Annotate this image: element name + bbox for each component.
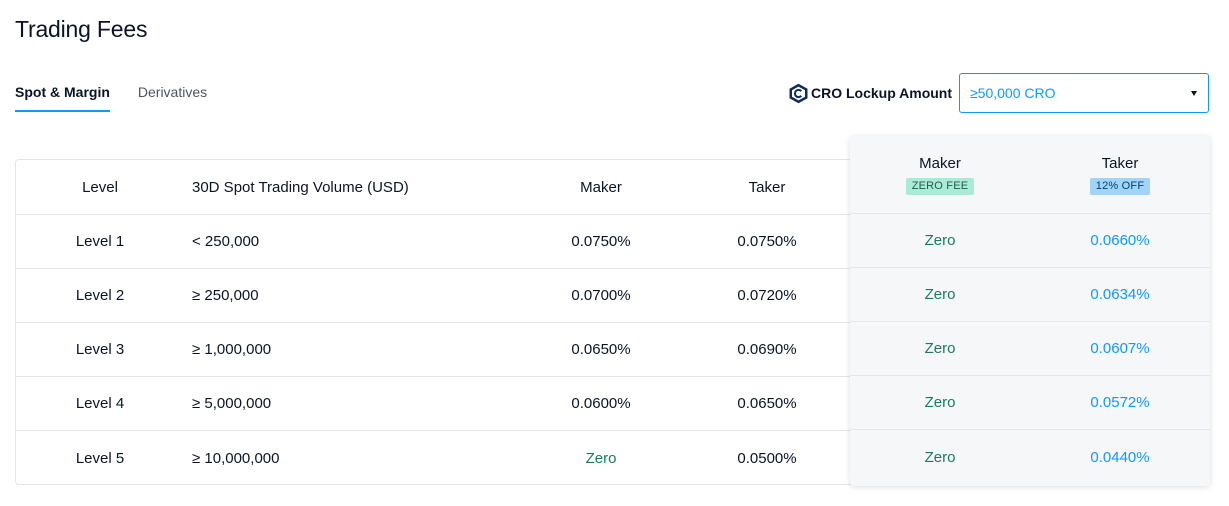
maker-fee-cell: 0.0700%	[571, 287, 631, 304]
taker-fee-cell: 0.0750%	[737, 233, 797, 250]
lockup-amount-select[interactable]: ≥50,000 CRO	[959, 73, 1209, 113]
discount-row: Zero 0.0607%	[850, 322, 1210, 376]
fee-tabs: Spot & Margin Derivatives	[15, 84, 207, 112]
discount-taker-label: Taker	[1101, 154, 1139, 172]
maker-fee-cell: 0.0600%	[571, 395, 631, 412]
discount-maker-cell: Zero	[924, 286, 956, 303]
maker-fee-cell: 0.0750%	[571, 233, 631, 250]
level-cell: Level 5	[75, 449, 125, 467]
discount-maker-cell: Zero	[924, 394, 956, 411]
discount-header-maker: Maker ZERO FEE	[850, 136, 1030, 213]
volume-cell: ≥ 1,000,000	[192, 341, 272, 358]
level-cell: Level 1	[75, 233, 125, 250]
tab-derivatives[interactable]: Derivatives	[138, 84, 207, 109]
volume-cell: ≥ 10,000,000	[192, 449, 280, 467]
level-cell: Level 4	[75, 395, 125, 412]
discount-row: Zero 0.0440%	[850, 430, 1210, 484]
taker-fee-cell: 0.0690%	[737, 341, 797, 358]
caret-down-icon	[1191, 91, 1197, 96]
lockup-selected-value: ≥50,000 CRO	[970, 85, 1056, 101]
discount-badge: 12% OFF	[1089, 177, 1151, 195]
zero-fee-badge: ZERO FEE	[905, 177, 975, 195]
header-maker: Maker	[580, 178, 622, 196]
level-cell: Level 2	[75, 287, 125, 304]
header-volume: 30D Spot Trading Volume (USD)	[192, 178, 409, 196]
taker-fee-cell: 0.0650%	[737, 395, 797, 412]
cro-logo-icon	[788, 83, 809, 104]
page-title: Trading Fees	[15, 16, 148, 42]
discount-taker-cell: 0.0440%	[1090, 448, 1150, 466]
discount-row: Zero 0.0660%	[850, 214, 1210, 268]
trading-fees-page: Trading Fees Spot & Margin Derivatives C…	[0, 0, 1229, 506]
discount-maker-cell: Zero	[924, 448, 956, 466]
maker-fee-cell: 0.0650%	[571, 341, 631, 358]
cro-discount-panel: Maker ZERO FEE Taker 12% OFF Zero 0.0660…	[850, 136, 1210, 486]
volume-cell: ≥ 250,000	[192, 287, 259, 304]
header-level: Level	[82, 178, 118, 196]
discount-taker-cell: 0.0572%	[1090, 394, 1150, 411]
volume-cell: < 250,000	[192, 233, 260, 250]
taker-fee-cell: 0.0720%	[737, 287, 797, 304]
level-cell: Level 3	[75, 341, 125, 358]
maker-fee-cell: Zero	[585, 449, 617, 467]
cro-lockup-selector: CRO Lockup Amount ≥50,000 CRO	[788, 73, 1209, 113]
lockup-label: CRO Lockup Amount	[811, 85, 953, 101]
discount-maker-cell: Zero	[924, 232, 956, 249]
taker-fee-cell: 0.0500%	[737, 449, 797, 467]
discount-maker-label: Maker	[919, 154, 961, 172]
discount-maker-cell: Zero	[924, 340, 956, 357]
discount-header-row: Maker ZERO FEE Taker 12% OFF	[850, 136, 1210, 214]
discount-taker-cell: 0.0634%	[1090, 286, 1150, 303]
discount-taker-cell: 0.0607%	[1090, 340, 1150, 357]
header-taker: Taker	[748, 178, 786, 196]
discount-taker-cell: 0.0660%	[1090, 232, 1150, 249]
volume-cell: ≥ 5,000,000	[192, 395, 272, 412]
discount-row: Zero 0.0572%	[850, 376, 1210, 430]
discount-row: Zero 0.0634%	[850, 268, 1210, 322]
tab-spot-margin[interactable]: Spot & Margin	[15, 84, 110, 112]
discount-header-taker: Taker 12% OFF	[1030, 136, 1210, 213]
